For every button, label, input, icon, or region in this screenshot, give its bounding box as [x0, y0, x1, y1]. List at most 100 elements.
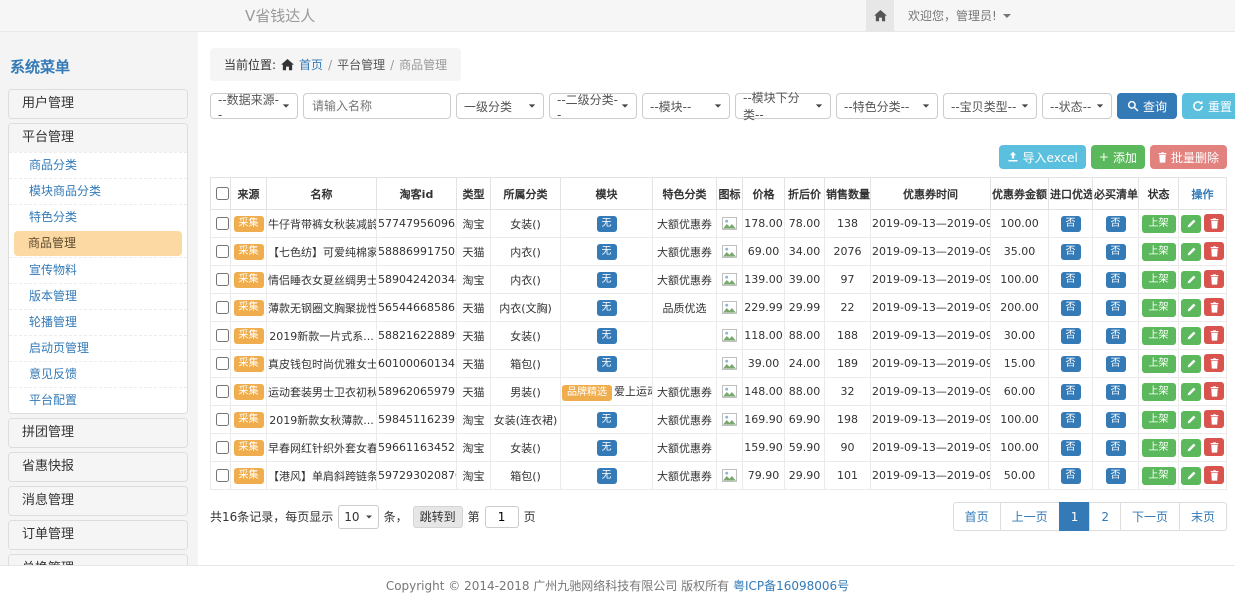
row-checkbox[interactable]: [216, 329, 229, 342]
sidebar-item[interactable]: 轮播管理: [9, 309, 187, 335]
sidebar-item[interactable]: 意见反馈: [9, 361, 187, 387]
sidebar-item[interactable]: 启动页管理: [9, 335, 187, 361]
filter-select[interactable]: --数据来源--: [210, 93, 298, 119]
import-excel-button[interactable]: 导入excel: [999, 145, 1086, 169]
feature-category: 大额优惠券: [653, 266, 717, 294]
feature-category: 大额优惠券: [653, 210, 717, 238]
page-button[interactable]: 下一页: [1120, 502, 1180, 531]
delete-button[interactable]: [1204, 466, 1224, 484]
row-checkbox[interactable]: [216, 273, 229, 286]
edit-button[interactable]: [1181, 271, 1201, 289]
edit-button[interactable]: [1181, 299, 1201, 317]
sidebar-item[interactable]: 商品分类: [9, 152, 187, 178]
name-search-input[interactable]: [303, 93, 451, 119]
table-row: 采集情侣睡衣女夏丝绸男士...589042420344淘宝内衣()无大额优惠券1…: [211, 266, 1227, 294]
edit-button[interactable]: [1181, 215, 1201, 233]
column-header: 销售数量: [825, 178, 871, 210]
page-button[interactable]: 上一页: [1000, 502, 1060, 531]
row-checkbox[interactable]: [216, 385, 229, 398]
filter-select[interactable]: --模块--: [642, 93, 730, 119]
query-button[interactable]: 查询: [1117, 93, 1177, 119]
sidebar-section[interactable]: 省惠快报: [9, 453, 187, 481]
edit-button[interactable]: [1181, 439, 1201, 457]
delete-button[interactable]: [1204, 242, 1224, 260]
edit-button[interactable]: [1181, 383, 1201, 401]
discount-price: 59.90: [785, 434, 825, 462]
filter-select[interactable]: --宝贝类型--: [943, 93, 1037, 119]
edit-button[interactable]: [1181, 467, 1201, 485]
product-image-icon: [722, 413, 737, 426]
edit-button[interactable]: [1181, 355, 1201, 373]
sidebar-section[interactable]: 平台管理: [9, 124, 187, 152]
row-checkbox[interactable]: [216, 357, 229, 370]
filter-select[interactable]: --模块下分类--: [735, 93, 831, 119]
delete-button[interactable]: [1204, 382, 1224, 400]
product-image-icon: [722, 301, 737, 314]
filter-select[interactable]: --状态--: [1042, 93, 1112, 119]
page-button[interactable]: 1: [1059, 502, 1091, 531]
taoke-id: 565446685867: [377, 294, 457, 322]
delete-button[interactable]: [1204, 270, 1224, 288]
status-badge: 上架: [1142, 411, 1176, 429]
coupon-amount: 100.00: [991, 434, 1049, 462]
sidebar-section[interactable]: 消息管理: [9, 487, 187, 515]
row-checkbox[interactable]: [216, 301, 229, 314]
coupon-time: 2019-09-13—2019-09-17: [871, 434, 991, 462]
edit-button[interactable]: [1181, 243, 1201, 261]
row-checkbox[interactable]: [216, 217, 229, 230]
product-name: 薄款无钢圈文胸聚拢性...: [267, 294, 377, 322]
sidebar: 系统菜单 用户管理平台管理商品分类模块商品分类特色分类商品管理宣传物料版本管理轮…: [8, 44, 188, 600]
delete-button[interactable]: [1204, 326, 1224, 344]
table-body: 采集牛仔背带裤女秋装减龄...577479560965淘宝女装()无大额优惠券1…: [211, 210, 1227, 490]
module-badge: 品牌精选: [562, 385, 612, 401]
edit-button[interactable]: [1181, 411, 1201, 429]
delete-button[interactable]: [1204, 298, 1224, 316]
page-button[interactable]: 首页: [953, 502, 1001, 531]
filter-select[interactable]: 一级分类: [456, 93, 544, 119]
breadcrumb-current: 商品管理: [399, 56, 447, 73]
product-image-icon: [722, 245, 737, 258]
icp-link[interactable]: 粤ICP备16098006号: [733, 579, 849, 593]
user-menu[interactable]: 欢迎您，管理员!: [908, 7, 1011, 24]
add-button[interactable]: + 添加: [1091, 145, 1145, 169]
feature-category: 大额优惠券: [653, 378, 717, 406]
delete-button[interactable]: [1204, 214, 1224, 232]
home-button[interactable]: [866, 0, 894, 31]
sidebar-item[interactable]: 商品管理: [14, 231, 182, 256]
filter-select[interactable]: --二级分类--: [549, 93, 637, 119]
delete-button[interactable]: [1204, 438, 1224, 456]
batch-delete-button[interactable]: 批量删除: [1150, 145, 1227, 169]
jump-page-input[interactable]: [485, 506, 519, 528]
sidebar-item[interactable]: 版本管理: [9, 283, 187, 309]
row-checkbox[interactable]: [216, 413, 229, 426]
status-badge: 上架: [1142, 355, 1176, 373]
sidebar-section[interactable]: 用户管理: [9, 90, 187, 118]
column-header: 类型: [457, 178, 491, 210]
row-checkbox[interactable]: [216, 245, 229, 258]
delete-button[interactable]: [1204, 354, 1224, 372]
per-page-select[interactable]: 10: [338, 505, 378, 529]
sidebar-section[interactable]: 订单管理: [9, 521, 187, 549]
reset-button[interactable]: 重置: [1182, 93, 1235, 119]
page-button[interactable]: 2: [1089, 502, 1121, 531]
topbar-right: 欢迎您，管理员!: [866, 0, 1011, 31]
sidebar-item[interactable]: 特色分类: [9, 204, 187, 230]
records-summary: 共16条记录，每页显示: [210, 508, 333, 525]
row-checkbox[interactable]: [216, 469, 229, 482]
page-button[interactable]: 末页: [1179, 502, 1227, 531]
sidebar-panel: 订单管理: [8, 520, 188, 550]
sidebar-item[interactable]: 模块商品分类: [9, 178, 187, 204]
column-header: 来源: [231, 178, 267, 210]
delete-button[interactable]: [1204, 410, 1224, 428]
row-checkbox[interactable]: [216, 441, 229, 454]
jump-button[interactable]: 跳转到: [413, 506, 463, 528]
select-all-checkbox[interactable]: [216, 187, 229, 200]
edit-button[interactable]: [1181, 327, 1201, 345]
breadcrumb-home-link[interactable]: 首页: [299, 56, 323, 73]
sidebar-section[interactable]: 拼团管理: [9, 419, 187, 447]
sidebar-item[interactable]: 宣传物料: [9, 257, 187, 283]
sidebar-item[interactable]: 平台配置: [9, 387, 187, 413]
taoke-id: 588216228899: [377, 322, 457, 350]
category: 内衣(): [491, 238, 561, 266]
filter-select[interactable]: --特色分类--: [836, 93, 938, 119]
